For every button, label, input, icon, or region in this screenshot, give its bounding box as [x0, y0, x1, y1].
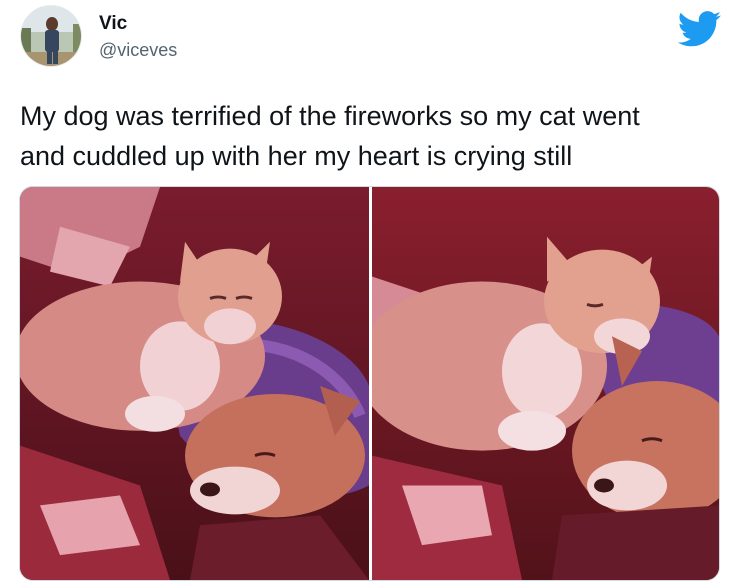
tweet-photo-2[interactable]	[372, 187, 719, 580]
twitter-bird-icon[interactable]	[677, 11, 722, 47]
author-handle[interactable]: @viceves	[99, 40, 177, 61]
cat-and-dog-photo-icon	[20, 187, 369, 580]
avatar-photo-icon	[21, 6, 81, 66]
tweet-text: My dog was terrified of the fireworks so…	[20, 101, 640, 171]
author-display-name[interactable]: Vic	[99, 13, 127, 35]
cat-and-dog-photo-icon	[372, 187, 719, 580]
author-avatar[interactable]	[20, 5, 82, 67]
tweet-card: Vic @viceves My dog was terrified of the…	[0, 0, 739, 585]
tweet-media	[19, 186, 720, 581]
tweet-photo-1[interactable]	[20, 187, 369, 580]
